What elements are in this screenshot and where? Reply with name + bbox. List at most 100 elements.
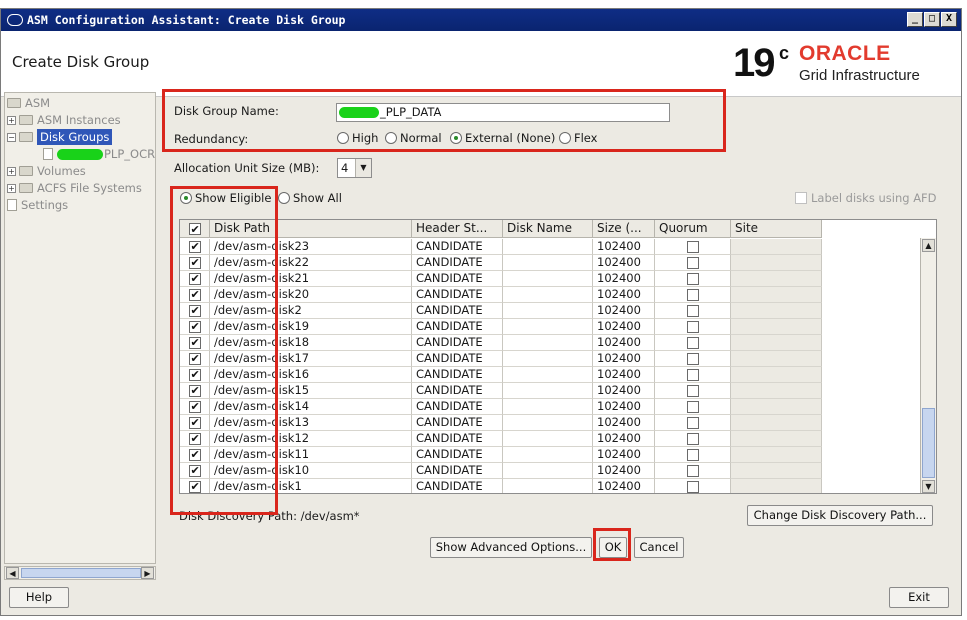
row-select-checkbox[interactable] [180, 271, 210, 287]
quorum-checkbox[interactable] [655, 287, 731, 303]
quorum-checkbox[interactable] [655, 399, 731, 415]
quorum-checkbox[interactable] [655, 351, 731, 367]
quorum-checkbox[interactable] [655, 479, 731, 493]
table-row[interactable]: /dev/asm-disk13CANDIDATE 102400 [180, 415, 822, 431]
row-select-checkbox[interactable] [180, 287, 210, 303]
nav-item-disk-group-plp-ocr[interactable]: PLP_OCR [43, 146, 155, 162]
checkbox-icon [188, 255, 201, 270]
expand-icon[interactable]: + [7, 166, 16, 176]
quorum-checkbox[interactable] [655, 239, 731, 255]
quorum-checkbox[interactable] [655, 383, 731, 399]
column-header[interactable]: Disk Path [210, 220, 412, 238]
column-header[interactable]: Disk Name [503, 220, 593, 238]
table-row[interactable]: /dev/asm-disk14CANDIDATE 102400 [180, 399, 822, 415]
row-select-checkbox[interactable] [180, 383, 210, 399]
scroll-right-icon[interactable]: ▶ [141, 567, 154, 579]
close-button[interactable]: X [941, 12, 957, 27]
redundancy-high-radio[interactable]: High [337, 131, 378, 145]
row-select-checkbox[interactable] [180, 399, 210, 415]
row-select-checkbox[interactable] [180, 303, 210, 319]
minimize-button[interactable]: _ [907, 12, 923, 27]
site-cell [731, 431, 822, 447]
quorum-checkbox[interactable] [655, 335, 731, 351]
table-vertical-scrollbar[interactable]: ▲ ▼ [920, 238, 936, 493]
quorum-checkbox[interactable] [655, 303, 731, 319]
expand-icon[interactable]: + [7, 115, 16, 125]
quorum-checkbox[interactable] [655, 447, 731, 463]
row-select-checkbox[interactable] [180, 239, 210, 255]
row-select-checkbox[interactable] [180, 255, 210, 271]
quorum-checkbox[interactable] [655, 463, 731, 479]
scroll-left-icon[interactable]: ◀ [6, 567, 19, 579]
disk-group-name-input[interactable]: _PLP_DATA [336, 103, 670, 122]
change-discovery-path-button[interactable]: Change Disk Discovery Path... [747, 505, 933, 526]
nav-item-asm-instances[interactable]: + ASM Instances [7, 112, 121, 128]
table-row[interactable]: /dev/asm-disk16CANDIDATE 102400 [180, 367, 822, 383]
scroll-down-icon[interactable]: ▼ [922, 480, 935, 493]
row-select-checkbox[interactable] [180, 479, 210, 493]
expand-icon[interactable]: + [7, 183, 16, 193]
select-all-checkbox[interactable] [180, 220, 210, 238]
header-status-cell: CANDIDATE [412, 287, 503, 303]
nav-item-disk-groups[interactable]: − Disk Groups [7, 129, 113, 145]
nav-item-asm[interactable]: ASM [7, 95, 50, 111]
nav-item-settings[interactable]: Settings [7, 197, 68, 213]
column-header[interactable]: Quorum [655, 220, 731, 238]
nav-item-volumes[interactable]: + Volumes [7, 163, 86, 179]
quorum-checkbox[interactable] [655, 431, 731, 447]
document-icon [7, 199, 17, 211]
row-select-checkbox[interactable] [180, 415, 210, 431]
maximize-button[interactable]: □ [924, 12, 940, 27]
table-row[interactable]: /dev/asm-disk17CANDIDATE 102400 [180, 351, 822, 367]
column-header[interactable]: Site [731, 220, 822, 238]
help-button[interactable]: Help [9, 587, 69, 608]
row-select-checkbox[interactable] [180, 319, 210, 335]
row-select-checkbox[interactable] [180, 463, 210, 479]
scroll-thumb[interactable] [922, 408, 935, 478]
show-all-radio[interactable]: Show All [278, 191, 342, 205]
redundancy-normal-radio[interactable]: Normal [385, 131, 442, 145]
label-disks-afd-checkbox[interactable]: Label disks using AFD [795, 191, 937, 205]
row-select-checkbox[interactable] [180, 351, 210, 367]
quorum-checkbox[interactable] [655, 367, 731, 383]
ok-button[interactable]: OK [599, 537, 627, 558]
checkbox-icon [686, 432, 699, 445]
table-row[interactable]: /dev/asm-disk18CANDIDATE 102400 [180, 335, 822, 351]
table-row[interactable]: /dev/asm-disk22CANDIDATE 102400 [180, 255, 822, 271]
nav-item-acfs[interactable]: + ACFS File Systems [7, 180, 142, 196]
table-row[interactable]: /dev/asm-disk11CANDIDATE 102400 [180, 447, 822, 463]
scroll-up-icon[interactable]: ▲ [922, 239, 935, 252]
table-row[interactable]: /dev/asm-disk1CANDIDATE 102400 [180, 479, 822, 493]
product-name: Grid Infrastructure [799, 67, 920, 84]
column-header[interactable]: Size (... [593, 220, 655, 238]
nav-horizontal-scrollbar[interactable]: ◀ ▶ [4, 566, 156, 580]
table-row[interactable]: /dev/asm-disk20CANDIDATE 102400 [180, 287, 822, 303]
column-header[interactable]: Header St... [412, 220, 503, 238]
scroll-thumb[interactable] [21, 568, 141, 578]
row-select-checkbox[interactable] [180, 431, 210, 447]
row-select-checkbox[interactable] [180, 447, 210, 463]
table-empty-area [824, 238, 920, 493]
table-row[interactable]: /dev/asm-disk21CANDIDATE 102400 [180, 271, 822, 287]
table-row[interactable]: /dev/asm-disk12CANDIDATE 102400 [180, 431, 822, 447]
quorum-checkbox[interactable] [655, 255, 731, 271]
disk-path-cell: /dev/asm-disk1 [210, 479, 412, 493]
table-row[interactable]: /dev/asm-disk10CANDIDATE 102400 [180, 463, 822, 479]
redundancy-external-radio[interactable]: External (None) [450, 131, 555, 145]
show-advanced-options-button[interactable]: Show Advanced Options... [430, 537, 592, 558]
redundancy-flex-radio[interactable]: Flex [559, 131, 598, 145]
allocation-unit-select[interactable]: 4 ▼ [337, 158, 372, 178]
row-select-checkbox[interactable] [180, 367, 210, 383]
row-select-checkbox[interactable] [180, 335, 210, 351]
quorum-checkbox[interactable] [655, 271, 731, 287]
quorum-checkbox[interactable] [655, 319, 731, 335]
exit-button[interactable]: Exit [889, 587, 949, 608]
collapse-icon[interactable]: − [7, 132, 16, 142]
quorum-checkbox[interactable] [655, 415, 731, 431]
cancel-button[interactable]: Cancel [634, 537, 684, 558]
show-eligible-radio[interactable]: Show Eligible [180, 191, 271, 205]
table-row[interactable]: /dev/asm-disk23CANDIDATE 102400 [180, 239, 822, 255]
table-row[interactable]: /dev/asm-disk15CANDIDATE 102400 [180, 383, 822, 399]
table-row[interactable]: /dev/asm-disk19CANDIDATE 102400 [180, 319, 822, 335]
table-row[interactable]: /dev/asm-disk2CANDIDATE 102400 [180, 303, 822, 319]
